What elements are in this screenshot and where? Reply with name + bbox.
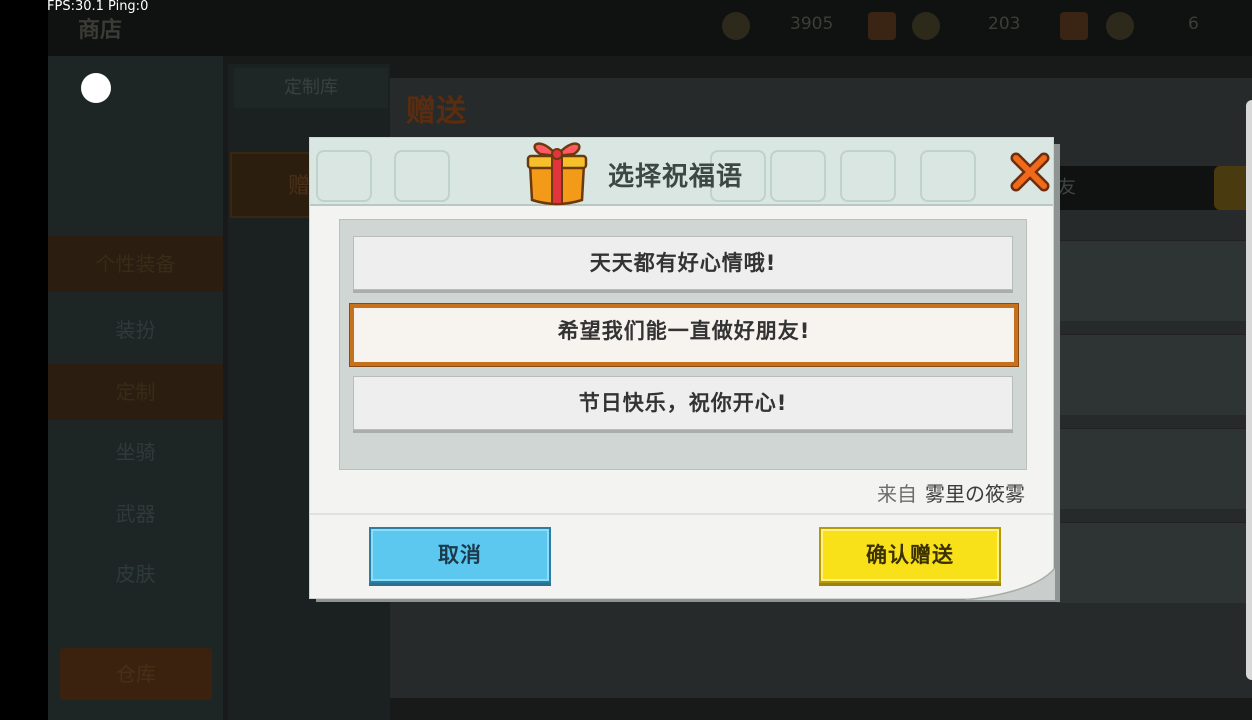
- shop-icon-2: [1060, 12, 1088, 40]
- divider: [310, 513, 1053, 515]
- coin-icon: [722, 12, 750, 40]
- friend-row[interactable]: [1056, 522, 1252, 603]
- warehouse-button[interactable]: 仓库: [60, 648, 212, 700]
- record-indicator-icon[interactable]: [81, 73, 111, 103]
- cancel-button[interactable]: 取消: [369, 527, 551, 583]
- tab-custom-library[interactable]: 定制库: [234, 68, 388, 108]
- header-pattern: [920, 150, 976, 202]
- sidebar-item-outfit[interactable]: 装扮: [48, 302, 223, 358]
- blessing-dialog: 选择祝福语 天天都有好心情哦! 希望我们能一直做好朋友! 节日快乐，祝你开心! …: [309, 137, 1055, 600]
- main-title: 赠送: [406, 94, 466, 129]
- header-pattern: [394, 150, 450, 202]
- gift-tab[interactable]: 赠: [230, 152, 314, 218]
- currency-1: 3905: [790, 14, 834, 34]
- blessing-option[interactable]: 天天都有好心情哦!: [353, 236, 1013, 290]
- from-label: 来自: [877, 482, 917, 506]
- header-pattern: [770, 150, 826, 202]
- friend-row[interactable]: [1056, 240, 1252, 321]
- dialog-header: 选择祝福语: [310, 138, 1053, 206]
- sidebar-item[interactable]: [48, 166, 223, 222]
- sidebar-item-skin[interactable]: 皮肤: [48, 546, 223, 602]
- gift-box-icon: [526, 142, 588, 206]
- header-pattern: [840, 150, 896, 202]
- dialog-title: 选择祝福语: [608, 162, 744, 192]
- close-icon[interactable]: [1010, 150, 1050, 192]
- sender-info: 来自 雾里の筱雾: [877, 478, 1025, 507]
- sender-name: 雾里の筱雾: [925, 482, 1025, 506]
- sidebar-item[interactable]: [48, 96, 223, 152]
- app-title: 商店: [78, 18, 123, 43]
- blessing-option[interactable]: 节日快乐，祝你开心!: [353, 376, 1013, 430]
- blessing-option-selected[interactable]: 希望我们能一直做好朋友!: [350, 304, 1018, 366]
- fps-counter: FPS:30.1 Ping:0: [47, 0, 149, 14]
- currency-3: 6: [1188, 14, 1199, 34]
- sidebar-item-weapon[interactable]: 武器: [48, 486, 223, 542]
- header-pattern: [316, 150, 372, 202]
- sidebar-item-custom[interactable]: 定制: [48, 364, 223, 420]
- friend-row[interactable]: [1056, 428, 1252, 509]
- sidebar-item-personal[interactable]: 个性装备: [48, 236, 223, 292]
- shop-icon: [868, 12, 896, 40]
- page-curl-decoration: [965, 568, 1055, 600]
- friend-row[interactable]: [1056, 334, 1252, 415]
- star-coin-icon: [912, 12, 940, 40]
- currency-2: 203: [988, 14, 1021, 34]
- edge-panel: [1246, 100, 1252, 680]
- gem-icon: [1106, 12, 1134, 40]
- blessing-list: 天天都有好心情哦! 希望我们能一直做好朋友! 节日快乐，祝你开心!: [339, 219, 1027, 470]
- sidebar-item-mount[interactable]: 坐骑: [48, 424, 223, 480]
